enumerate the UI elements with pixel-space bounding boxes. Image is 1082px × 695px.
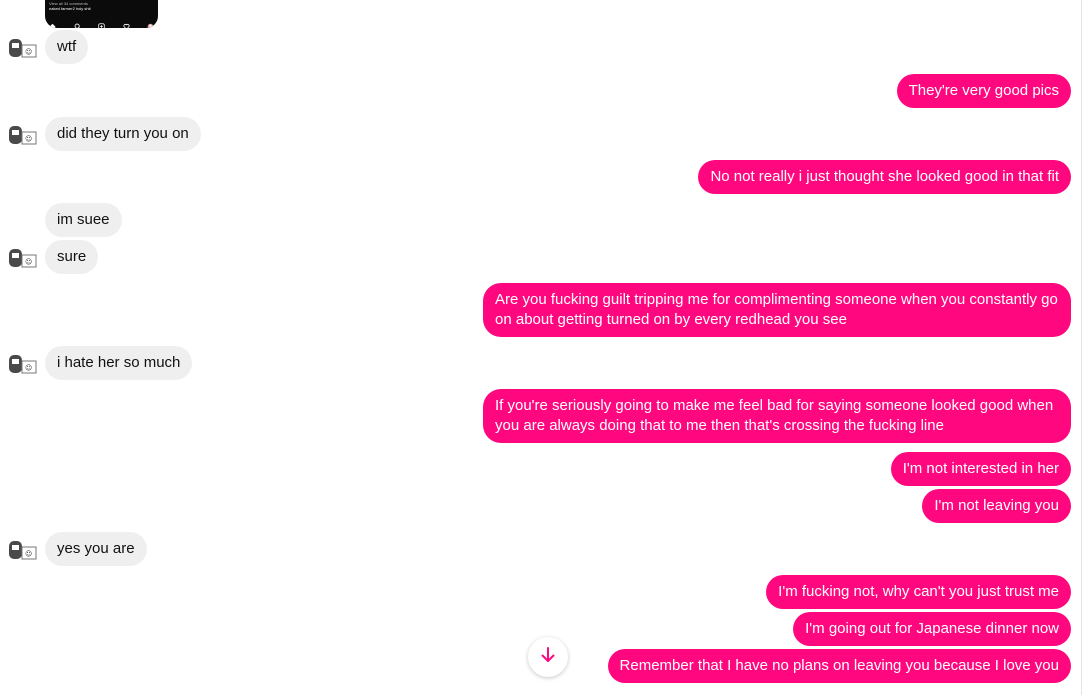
svg-text:☺: ☺ xyxy=(25,364,32,372)
outgoing-message[interactable]: They're very good pics xyxy=(896,74,1071,108)
sender-avatar[interactable]: ☺ xyxy=(8,539,38,563)
incoming-message[interactable]: i hate her so much xyxy=(45,346,193,380)
add-post-icon xyxy=(98,17,105,28)
thumbnail-comment: naked farmer2 holy shit xyxy=(49,6,91,11)
scroll-to-bottom-button[interactable] xyxy=(528,637,568,677)
home-icon xyxy=(49,17,56,28)
sender-avatar[interactable]: ☺ xyxy=(8,353,38,377)
incoming-message[interactable]: did they turn you on xyxy=(45,117,201,151)
profile-icon xyxy=(147,17,154,28)
outgoing-message[interactable]: If you're seriously going to make me fee… xyxy=(483,389,1071,443)
incoming-message[interactable]: sure xyxy=(45,240,99,274)
outgoing-message[interactable]: No not really i just thought she looked … xyxy=(698,160,1071,194)
search-icon xyxy=(74,17,81,28)
outgoing-message[interactable]: Are you fucking guilt tripping me for co… xyxy=(483,283,1071,337)
shared-post-thumbnail[interactable]: View all 34 comments naked farmer2 holy … xyxy=(45,0,158,28)
sender-avatar[interactable]: ☺ xyxy=(8,247,38,271)
outgoing-message[interactable]: Remember that I have no plans on leaving… xyxy=(607,649,1071,683)
outgoing-message[interactable]: I'm fucking not, why can't you just trus… xyxy=(766,575,1071,609)
heart-icon xyxy=(122,17,130,28)
outgoing-message[interactable]: I'm not leaving you xyxy=(922,489,1071,523)
incoming-message[interactable]: wtf xyxy=(45,30,89,64)
svg-text:☺: ☺ xyxy=(25,48,32,56)
svg-text:☺: ☺ xyxy=(25,258,32,266)
sender-avatar[interactable]: ☺ xyxy=(8,37,38,61)
svg-text:☺: ☺ xyxy=(25,550,32,558)
svg-text:☺: ☺ xyxy=(25,135,32,143)
incoming-message[interactable]: im suee xyxy=(45,203,122,237)
arrow-down-icon xyxy=(539,646,557,669)
outgoing-message[interactable]: I'm going out for Japanese dinner now xyxy=(793,612,1071,646)
incoming-message[interactable]: yes you are xyxy=(45,532,147,566)
thumbnail-nav-bar xyxy=(49,15,154,28)
outgoing-message[interactable]: I'm not interested in her xyxy=(890,452,1071,486)
chat-thread: View all 34 comments naked farmer2 holy … xyxy=(0,0,1082,695)
sender-avatar[interactable]: ☺ xyxy=(8,124,38,148)
